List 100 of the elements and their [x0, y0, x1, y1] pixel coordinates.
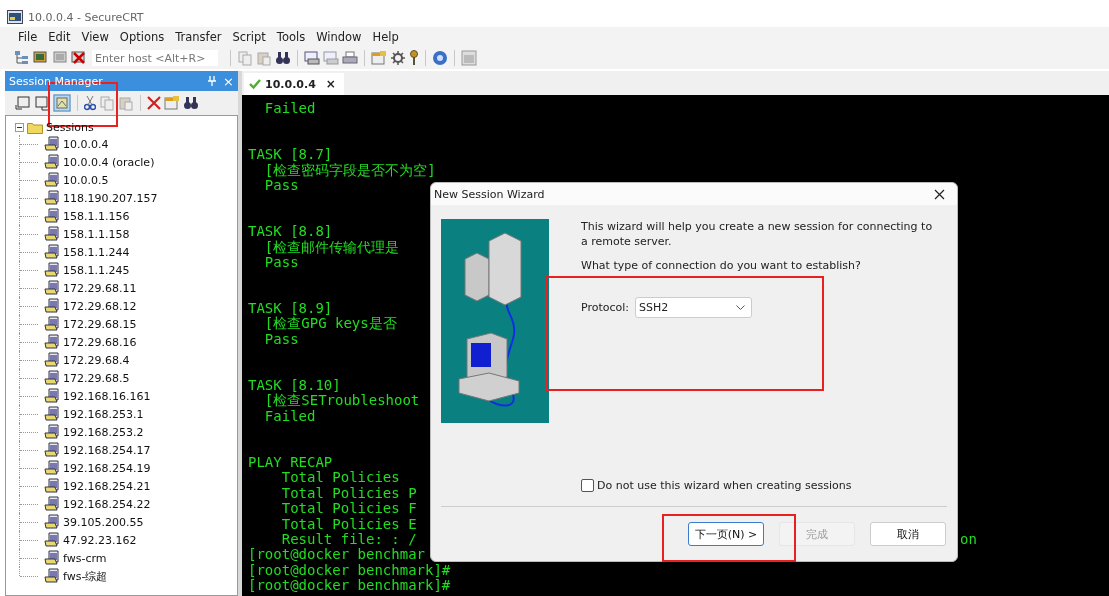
- session-item[interactable]: 192.168.253.2: [63, 425, 144, 439]
- terminal-line: Total Policies E: [280, 515, 417, 532]
- new-session-icon[interactable]: [53, 94, 71, 112]
- session-icon: [44, 352, 60, 368]
- session-icon: [44, 568, 60, 584]
- session-tab[interactable]: 10.0.0.4 ×: [244, 73, 344, 95]
- terminal-line: [检查SETroubleshoot: [263, 392, 420, 409]
- session-item[interactable]: 158.1.1.244: [63, 245, 130, 259]
- checkbox[interactable]: [581, 479, 594, 492]
- help-icon[interactable]: [432, 50, 448, 66]
- menu-item[interactable]: Transfer: [169, 30, 227, 44]
- terminal-line: [检查邮件传输代理是: [263, 238, 400, 255]
- session-item[interactable]: 158.1.1.158: [63, 227, 130, 241]
- session-item[interactable]: 39.105.200.55: [63, 515, 144, 529]
- menu-item[interactable]: Edit: [42, 30, 76, 44]
- session-item[interactable]: 172.29.68.11: [63, 281, 137, 295]
- menu-item[interactable]: Window: [310, 30, 367, 44]
- session-item[interactable]: 192.168.254.22: [63, 497, 151, 511]
- terminal-line: Pass: [263, 253, 299, 270]
- session-item[interactable]: 10.0.0.4 (oracle): [63, 155, 155, 169]
- terminal-line: Total Policies P: [280, 484, 417, 501]
- session-item[interactable]: 10.0.0.5: [63, 173, 109, 187]
- session-icon: [44, 532, 60, 548]
- session-icon: [44, 478, 60, 494]
- session-item[interactable]: 47.92.23.162: [63, 533, 137, 547]
- host-input-field[interactable]: Enter host <Alt+R>: [92, 50, 218, 66]
- terminal-line: TASK [8.9]: [248, 300, 333, 317]
- session-icon: [44, 262, 60, 278]
- disconnect-icon[interactable]: [71, 50, 87, 66]
- dialog-title: New Session Wizard: [434, 187, 545, 201]
- session-icon: [44, 370, 60, 386]
- session-item[interactable]: fws-综超: [63, 568, 108, 584]
- terminal-line: Failed: [263, 100, 316, 116]
- scissors-icon[interactable]: [84, 95, 96, 111]
- tab-label: 10.0.0.4: [265, 77, 316, 91]
- terminal-line: Pass: [263, 176, 299, 193]
- session-item[interactable]: 192.168.254.21: [63, 479, 151, 493]
- wizard-description: This wizard will help you create a new session for connecting to a remote server.: [581, 219, 933, 249]
- protocol-dropdown[interactable]: SSH2: [635, 297, 753, 318]
- key-icon[interactable]: [409, 50, 419, 66]
- session-icon: [44, 424, 60, 440]
- session-item[interactable]: 172.29.68.15: [63, 317, 137, 331]
- session-icon: [44, 496, 60, 512]
- session-item[interactable]: 192.168.16.161: [63, 389, 151, 403]
- connection-question: What type of connection do you want to establish?: [581, 259, 862, 272]
- session-icon: [44, 190, 60, 206]
- tab-close-button[interactable]: ×: [325, 77, 336, 91]
- session-item[interactable]: 172.29.68.16: [63, 335, 137, 349]
- session-item[interactable]: 192.168.254.17: [63, 443, 151, 457]
- print-icon[interactable]: [304, 50, 320, 66]
- session-item[interactable]: 158.1.1.156: [63, 209, 130, 223]
- session-icon: [44, 172, 60, 188]
- terminal-text: on: [960, 531, 977, 548]
- session-item[interactable]: 10.0.0.4: [63, 137, 109, 151]
- pin-icon[interactable]: [208, 76, 217, 86]
- menu-item[interactable]: Tools: [270, 30, 311, 44]
- session-icon: [44, 550, 60, 566]
- menu-item[interactable]: View: [75, 30, 114, 44]
- session-item[interactable]: 158.1.1.245: [63, 263, 130, 277]
- terminal-line: [root@docker benchmark]#: [248, 561, 451, 578]
- checkbox-label: Do not use this wizard when creating sessions: [597, 479, 852, 492]
- terminal-line: TASK [8.8]: [248, 223, 333, 240]
- session-icon: [44, 316, 60, 332]
- collapse-icon[interactable]: [15, 123, 24, 132]
- delete-icon[interactable]: [147, 96, 161, 110]
- session-item[interactable]: 172.29.68.5: [63, 371, 130, 385]
- window-title: 10.0.0.4 - SecureCRT: [28, 10, 144, 24]
- print-selection-icon[interactable]: [323, 50, 339, 66]
- menu-item[interactable]: File: [12, 30, 43, 44]
- terminal-line: [root@docker benchmark]#: [248, 577, 451, 594]
- session-icon: [44, 154, 60, 170]
- session-item[interactable]: 118.190.207.157: [63, 191, 158, 205]
- close-icon[interactable]: [934, 188, 945, 200]
- session-item[interactable]: fws-crm: [63, 551, 107, 565]
- dialog-button[interactable]: 取消: [870, 522, 946, 546]
- folder-icon: [27, 121, 43, 134]
- app-icon: [7, 10, 23, 24]
- chevron-down-icon: [736, 305, 746, 310]
- session-icon: [44, 334, 60, 350]
- terminal-line: [root@docker benchmar: [248, 546, 425, 563]
- menu-item[interactable]: Script: [226, 30, 271, 44]
- session-item[interactable]: 172.29.68.12: [63, 299, 137, 313]
- terminal-line: Total Policies F: [280, 500, 417, 517]
- protocol-label: Protocol:: [581, 301, 630, 314]
- binoculars-icon[interactable]: [183, 95, 199, 111]
- menu-item[interactable]: Options: [113, 30, 170, 44]
- gear-icon[interactable]: [390, 50, 406, 66]
- session-item[interactable]: 172.29.68.4: [63, 353, 130, 367]
- session-icon: [44, 406, 60, 422]
- binoculars-icon[interactable]: [275, 50, 291, 66]
- tree-view-icon[interactable]: [14, 50, 30, 66]
- dialog-button[interactable]: 下一页(N) >: [688, 522, 764, 546]
- menu-item[interactable]: Help: [366, 30, 404, 44]
- session-item[interactable]: 192.168.253.1: [63, 407, 144, 421]
- terminal-line: TASK [8.7]: [248, 146, 333, 163]
- session-icon: [44, 208, 60, 224]
- printer-icon[interactable]: [342, 50, 358, 66]
- session-item[interactable]: 192.168.254.19: [63, 461, 151, 475]
- session-icon: [44, 280, 60, 296]
- terminal-line: [检查GPG keys是否: [263, 315, 397, 332]
